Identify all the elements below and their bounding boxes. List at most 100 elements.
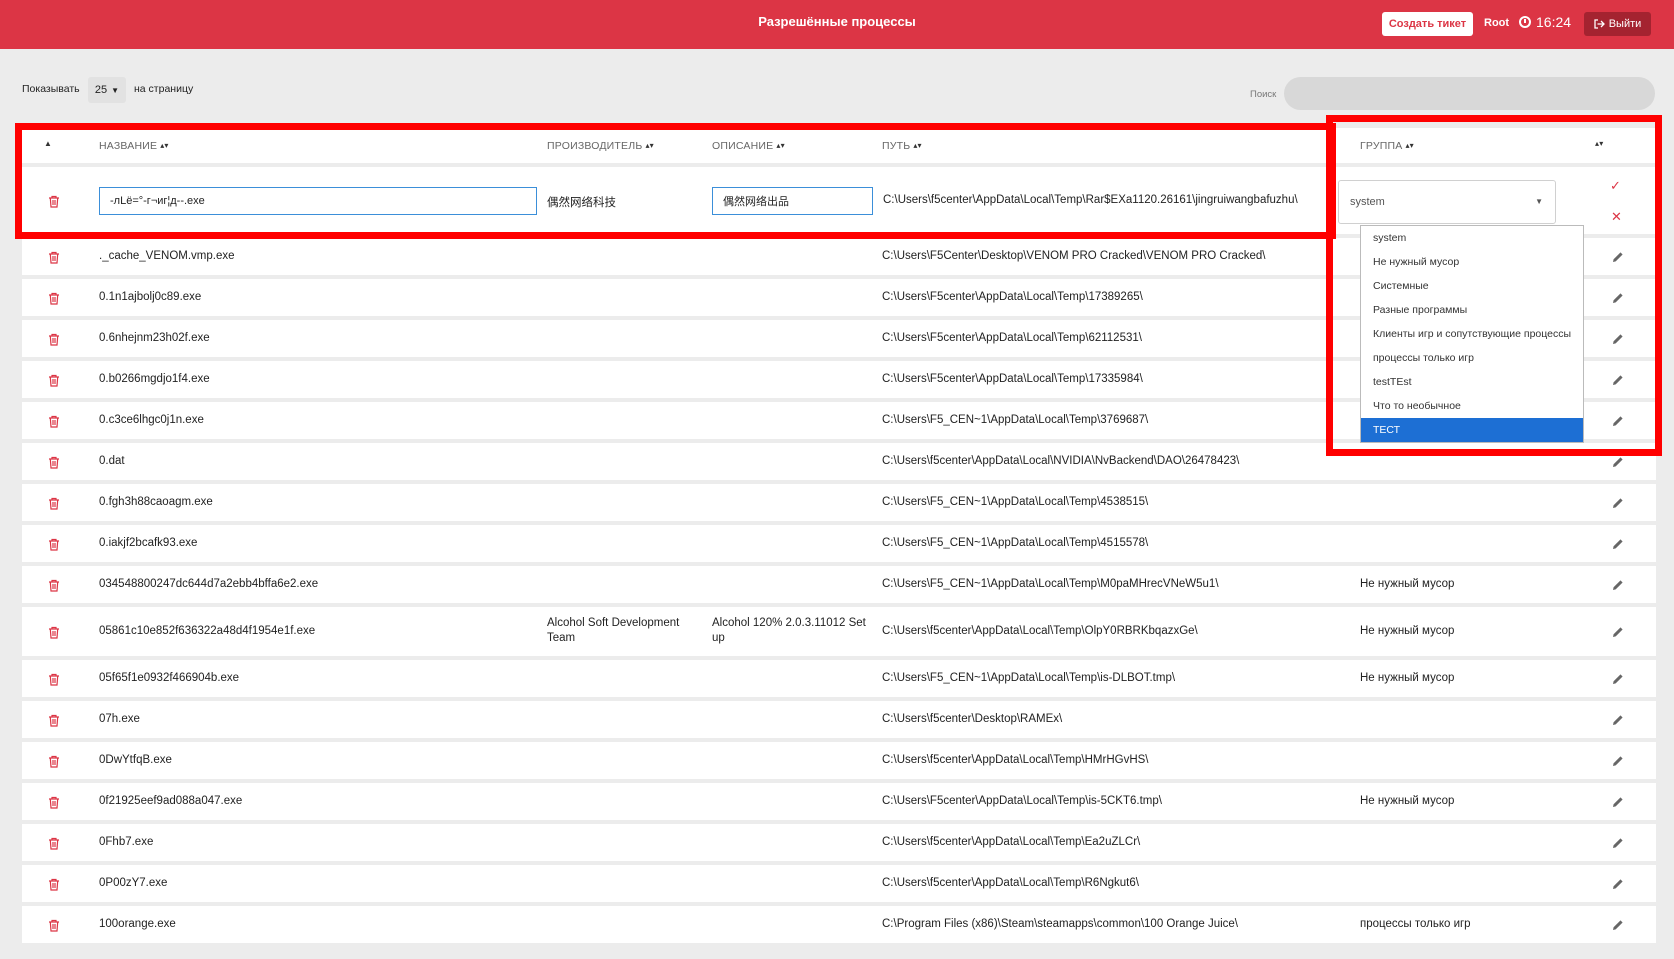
column-header-group[interactable]: ГРУППА ▴▾ — [1360, 140, 1414, 152]
dropdown-option[interactable]: процессы только игр — [1361, 346, 1583, 370]
trash-icon[interactable] — [48, 714, 60, 727]
pencil-icon[interactable] — [1612, 497, 1624, 509]
trash-icon[interactable] — [48, 755, 60, 768]
pencil-icon[interactable] — [1612, 579, 1624, 591]
table-row: 0.dat C:\Users\f5center\AppData\Local\NV… — [22, 443, 1656, 480]
trash-icon[interactable] — [48, 415, 60, 428]
search-input[interactable] — [1284, 77, 1655, 110]
chevron-down-icon: ▼ — [1535, 197, 1543, 206]
dropdown-option[interactable]: system — [1361, 226, 1583, 250]
process-name: 100orange.exe — [99, 918, 176, 930]
group-select-value: system — [1350, 196, 1385, 208]
process-name: 0.b0266mgdjo1f4.exe — [99, 373, 210, 385]
process-path: C:\Users\f5center\AppData\Local\Temp\HMr… — [882, 754, 1149, 766]
trash-icon[interactable] — [48, 497, 60, 510]
process-path: C:\Users\F5center\AppData\Local\Temp\173… — [882, 373, 1143, 385]
top-bar: Разрешённые процессы Создать тикет Root … — [0, 0, 1674, 49]
pencil-icon[interactable] — [1612, 796, 1624, 808]
dropdown-option[interactable]: Клиенты игр и сопутствующие процессы — [1361, 322, 1583, 346]
process-description: Alcohol 120% 2.0.3.11012 Set up — [712, 617, 866, 644]
process-vendor: Alcohol Soft Development Team — [547, 617, 680, 644]
column-header-vendor[interactable]: ПРОИЗВОДИТЕЛЬ ▴▾ — [547, 140, 654, 152]
pencil-icon[interactable] — [1612, 415, 1624, 427]
trash-icon[interactable] — [48, 673, 60, 686]
name-edit-input[interactable] — [99, 187, 537, 215]
process-name: 0Fhb7.exe — [99, 836, 154, 848]
sort-actions-icon[interactable]: ▴▾ — [1595, 140, 1603, 148]
table-row: 0f21925eef9ad088a047.exe C:\Users\F5cent… — [22, 783, 1656, 820]
trash-icon[interactable] — [48, 333, 60, 346]
trash-icon[interactable] — [48, 195, 60, 208]
table-row: 05f65f1e0932f466904b.exe C:\Users\F5_CEN… — [22, 660, 1656, 697]
path-edit-value: C:\Users\f5center\AppData\Local\Temp\Rar… — [883, 194, 1298, 206]
trash-icon[interactable] — [48, 579, 60, 592]
dropdown-option[interactable]: Системные — [1361, 274, 1583, 298]
dropdown-option[interactable]: Разные программы — [1361, 298, 1583, 322]
column-header-path[interactable]: ПУТЬ ▴▾ — [882, 140, 922, 152]
logout-icon — [1594, 19, 1605, 29]
process-name: 0DwYtfqB.exe — [99, 754, 172, 766]
create-ticket-button[interactable]: Создать тикет — [1382, 12, 1473, 36]
pencil-icon[interactable] — [1612, 755, 1624, 767]
process-name: 034548800247dc644d7a2ebb4bffa6e2.exe — [99, 578, 319, 590]
description-edit-input[interactable] — [712, 187, 873, 215]
group-select[interactable]: system ▼ — [1338, 180, 1556, 224]
trash-icon[interactable] — [48, 796, 60, 809]
pencil-icon[interactable] — [1612, 878, 1624, 890]
process-group: процессы только игр — [1360, 918, 1471, 930]
sort-icon: ▴▾ — [1405, 141, 1414, 150]
per-page-value: 25 — [94, 84, 108, 96]
pencil-icon[interactable] — [1612, 456, 1624, 468]
search-label: Поиск — [1250, 89, 1277, 100]
pencil-icon[interactable] — [1612, 538, 1624, 550]
trash-icon[interactable] — [48, 374, 60, 387]
process-path: C:\Users\f5center\AppData\Local\Temp\Olp… — [882, 625, 1198, 637]
process-name: 05f65f1e0932f466904b.exe — [99, 672, 240, 684]
sort-icon: ▴▾ — [913, 141, 922, 150]
table-row: 05861c10e852f636322a48d4f1954e1f.exe Alc… — [22, 607, 1656, 656]
process-name: 0.fgh3h88caoagm.exe — [99, 496, 213, 508]
process-path: C:\Users\F5center\AppData\Local\Temp\is-… — [882, 795, 1162, 807]
trash-icon[interactable] — [48, 837, 60, 850]
pencil-icon[interactable] — [1612, 626, 1624, 638]
dropdown-option-selected[interactable]: ТЕСТ — [1361, 418, 1583, 442]
per-page-select[interactable]: 25 ▼ — [88, 77, 126, 103]
pencil-icon[interactable] — [1612, 333, 1624, 345]
per-page-suffix: на страницу — [134, 83, 194, 95]
pencil-icon[interactable] — [1612, 919, 1624, 931]
process-name: 0P00zY7.exe — [99, 877, 168, 889]
table-row: 0.iakjf2bcafk93.exe C:\Users\F5_CEN~1\Ap… — [22, 525, 1656, 562]
dropdown-option[interactable]: Что то необычное — [1361, 394, 1583, 418]
table-row: 0DwYtfqB.exe C:\Users\f5center\AppData\L… — [22, 742, 1656, 779]
process-path: C:\Users\F5_CEN~1\AppData\Local\Temp\451… — [882, 537, 1149, 549]
trash-icon[interactable] — [48, 538, 60, 551]
process-path: C:\Users\F5_CEN~1\AppData\Local\Temp\M0p… — [882, 578, 1219, 590]
logout-button[interactable]: Выйти — [1584, 12, 1651, 36]
trash-icon[interactable] — [48, 456, 60, 469]
process-name: 0.dat — [99, 455, 125, 467]
trash-icon[interactable] — [48, 292, 60, 305]
close-icon[interactable]: ✕ — [1611, 209, 1622, 225]
pencil-icon[interactable] — [1612, 292, 1624, 304]
user-name: Root — [1484, 17, 1510, 29]
pencil-icon[interactable] — [1612, 837, 1624, 849]
table-row: 034548800247dc644d7a2ebb4bffa6e2.exe C:\… — [22, 566, 1656, 603]
dropdown-option[interactable]: Не нужный мусор — [1361, 250, 1583, 274]
column-header-description[interactable]: ОПИСАНИЕ ▴▾ — [712, 140, 785, 152]
trash-icon[interactable] — [48, 251, 60, 264]
trash-icon[interactable] — [48, 919, 60, 932]
trash-icon[interactable] — [48, 626, 60, 639]
trash-icon[interactable] — [48, 878, 60, 891]
sort-index-icon[interactable]: ▲ — [44, 140, 52, 148]
pencil-icon[interactable] — [1612, 673, 1624, 685]
pencil-icon[interactable] — [1612, 374, 1624, 386]
table-header: ▲ НАЗВАНИЕ ▴▾ ПРОИЗВОДИТЕЛЬ ▴▾ ОПИСАНИЕ ▴▾ … — [22, 128, 1656, 163]
check-icon[interactable]: ✓ — [1610, 178, 1621, 194]
column-header-name[interactable]: НАЗВАНИЕ ▴▾ — [99, 140, 169, 152]
pencil-icon[interactable] — [1612, 714, 1624, 726]
pencil-icon[interactable] — [1612, 251, 1624, 263]
logout-label: Выйти — [1608, 18, 1642, 30]
process-name: 07h.exe — [99, 713, 140, 725]
process-path: C:\Users\F5center\AppData\Local\Temp\621… — [882, 332, 1142, 344]
dropdown-option[interactable]: testTEst — [1361, 370, 1583, 394]
